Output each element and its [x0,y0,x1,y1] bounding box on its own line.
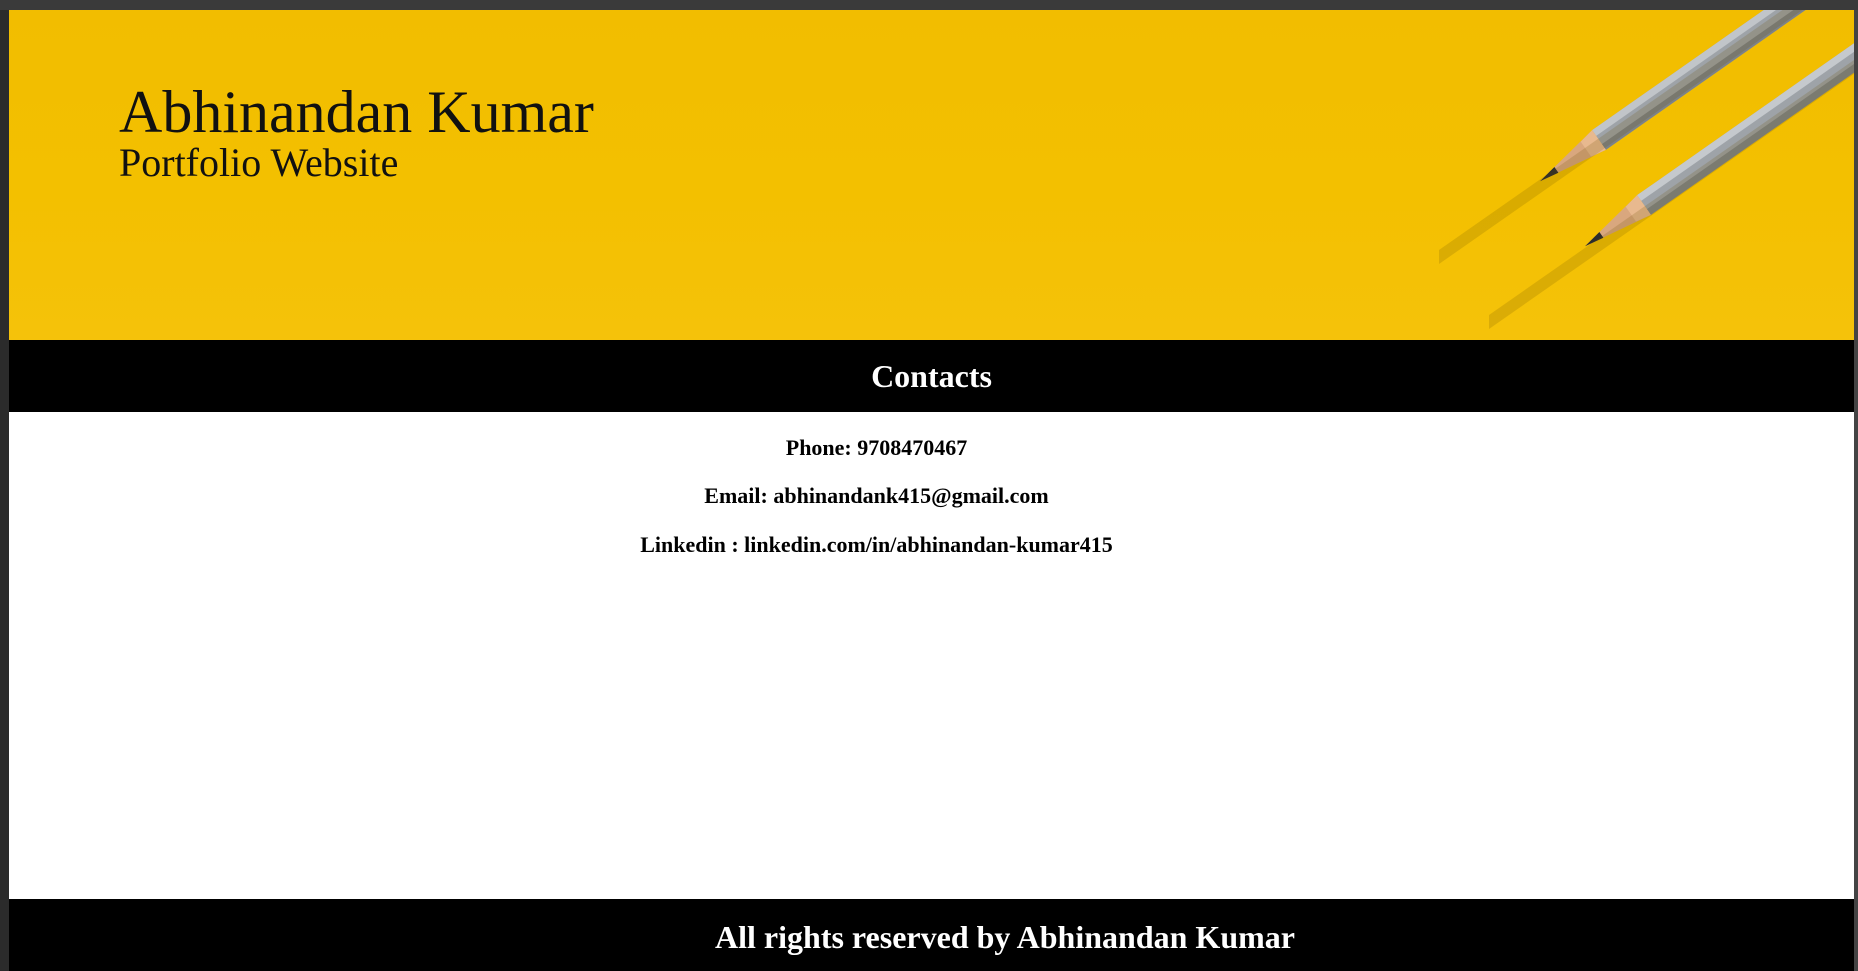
contacts-heading-bar: Contacts [9,340,1854,412]
page-title: Abhinandan Kumar [119,79,594,145]
email-label: Email: [704,483,768,508]
email-line: Email: abhinandank415@gmail.com [9,485,1744,507]
linkedin-label: Linkedin : [640,532,739,557]
phone-label: Phone: [785,435,852,460]
linkedin-line: Linkedin : linkedin.com/in/abhinandan-ku… [9,534,1744,556]
footer-text: All rights reserved by Abhinandan Kumar [715,919,1295,955]
linkedin-link[interactable]: linkedin.com/in/abhinandan-kumar415 [744,532,1113,557]
page-footer: All rights reserved by Abhinandan Kumar [9,899,1854,971]
page-subtitle: Portfolio Website [119,140,399,185]
email-value[interactable]: abhinandank415@gmail.com [773,483,1048,508]
pencils-image [1439,10,1854,329]
hero-banner: Abhinandan Kumar Portfolio Website [9,10,1854,340]
contacts-heading: Contacts [871,357,992,394]
browser-top-edge [0,0,1858,10]
phone-line: Phone: 9708470467 [9,437,1744,459]
page-viewport: Abhinandan Kumar Portfolio Website Conta… [9,10,1854,971]
phone-value[interactable]: 9708470467 [857,435,967,460]
window-right-edge [1854,10,1858,971]
